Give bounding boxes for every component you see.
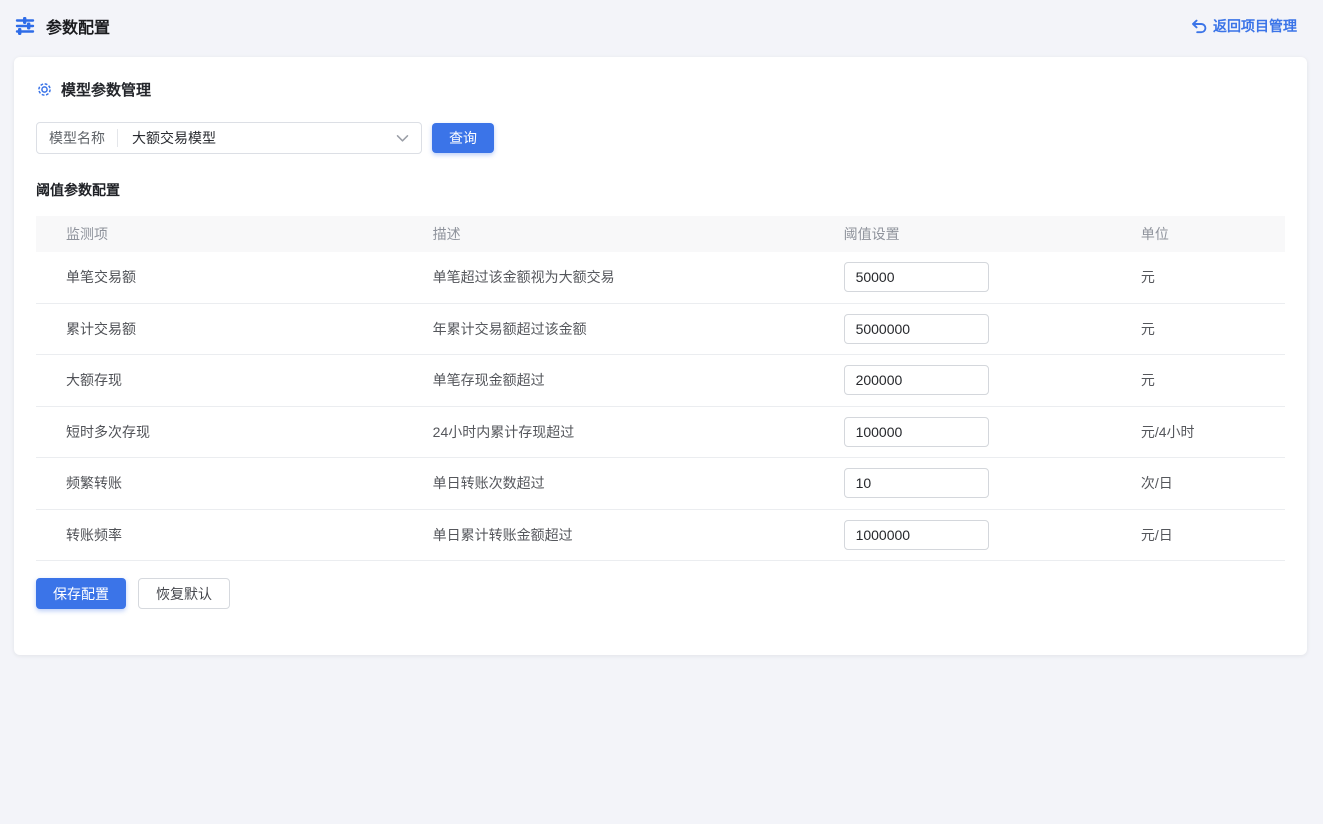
footer-actions: 保存配置 恢复默认: [36, 578, 1285, 609]
column-header-unit: 单位: [1139, 224, 1285, 244]
model-select-label: 模型名称: [37, 128, 117, 148]
table-row: 大额存现 单笔存现金额超过 元: [36, 355, 1285, 407]
column-header-desc: 描述: [431, 224, 842, 244]
row-desc-label: 单日转账次数超过: [431, 473, 842, 493]
row-item-label: 单笔交易额: [36, 267, 431, 287]
row-desc-label: 年累计交易额超过该金额: [431, 319, 842, 339]
table-row: 频繁转账 单日转账次数超过 次/日: [36, 458, 1285, 510]
threshold-section-title: 阈值参数配置: [36, 180, 1285, 200]
threshold-input[interactable]: [844, 262, 989, 292]
sliders-icon: [14, 15, 36, 37]
threshold-input[interactable]: [844, 417, 989, 447]
back-to-projects-link[interactable]: 返回项目管理: [1191, 16, 1297, 36]
page-title: 参数配置: [46, 14, 110, 38]
row-item-label: 转账频率: [36, 525, 431, 545]
query-row: 模型名称 大额交易模型 查询: [36, 122, 1285, 154]
row-unit-label: 次/日: [1139, 473, 1285, 493]
row-desc-label: 单日累计转账金额超过: [431, 525, 842, 545]
threshold-input[interactable]: [844, 365, 989, 395]
model-select-value: 大额交易模型: [118, 128, 396, 148]
gear-icon: [36, 81, 53, 98]
back-link-label: 返回项目管理: [1213, 16, 1297, 36]
model-name-select[interactable]: 模型名称 大额交易模型: [36, 122, 422, 154]
row-desc-label: 24小时内累计存现超过: [431, 422, 842, 442]
row-item-label: 短时多次存现: [36, 422, 431, 442]
topbar: 参数配置 返回项目管理: [0, 0, 1323, 52]
threshold-table: 监测项 描述 阈值设置 单位 单笔交易额 单笔超过该金额视为大额交易 元 累计交…: [36, 216, 1285, 561]
row-desc-label: 单笔超过该金额视为大额交易: [431, 267, 842, 287]
threshold-input[interactable]: [844, 468, 989, 498]
row-unit-label: 元/日: [1139, 525, 1285, 545]
column-header-threshold: 阈值设置: [842, 224, 1139, 244]
row-item-label: 大额存现: [36, 370, 431, 390]
threshold-input[interactable]: [844, 314, 989, 344]
row-unit-label: 元/4小时: [1139, 422, 1285, 442]
panel-header: 模型参数管理: [36, 79, 1285, 100]
save-config-button[interactable]: 保存配置: [36, 578, 126, 609]
restore-default-button[interactable]: 恢复默认: [138, 578, 230, 609]
row-unit-label: 元: [1139, 319, 1285, 339]
table-row: 单笔交易额 单笔超过该金额视为大额交易 元: [36, 252, 1285, 304]
table-row: 短时多次存现 24小时内累计存现超过 元/4小时: [36, 407, 1285, 459]
row-item-label: 累计交易额: [36, 319, 431, 339]
row-item-label: 频繁转账: [36, 473, 431, 493]
model-parameter-card: 模型参数管理 模型名称 大额交易模型 查询 阈值参数配置 监测项 描述 阈值设置…: [14, 57, 1307, 655]
table-row: 转账频率 单日累计转账金额超过 元/日: [36, 510, 1285, 562]
query-button[interactable]: 查询: [432, 123, 494, 153]
row-unit-label: 元: [1139, 370, 1285, 390]
table-row: 累计交易额 年累计交易额超过该金额 元: [36, 304, 1285, 356]
chevron-down-icon: [396, 134, 409, 143]
table-header-row: 监测项 描述 阈值设置 单位: [36, 216, 1285, 252]
row-unit-label: 元: [1139, 267, 1285, 287]
row-desc-label: 单笔存现金额超过: [431, 370, 842, 390]
undo-arrow-icon: [1191, 19, 1207, 34]
column-header-item: 监测项: [36, 224, 431, 244]
panel-title: 模型参数管理: [61, 79, 151, 100]
threshold-input[interactable]: [844, 520, 989, 550]
